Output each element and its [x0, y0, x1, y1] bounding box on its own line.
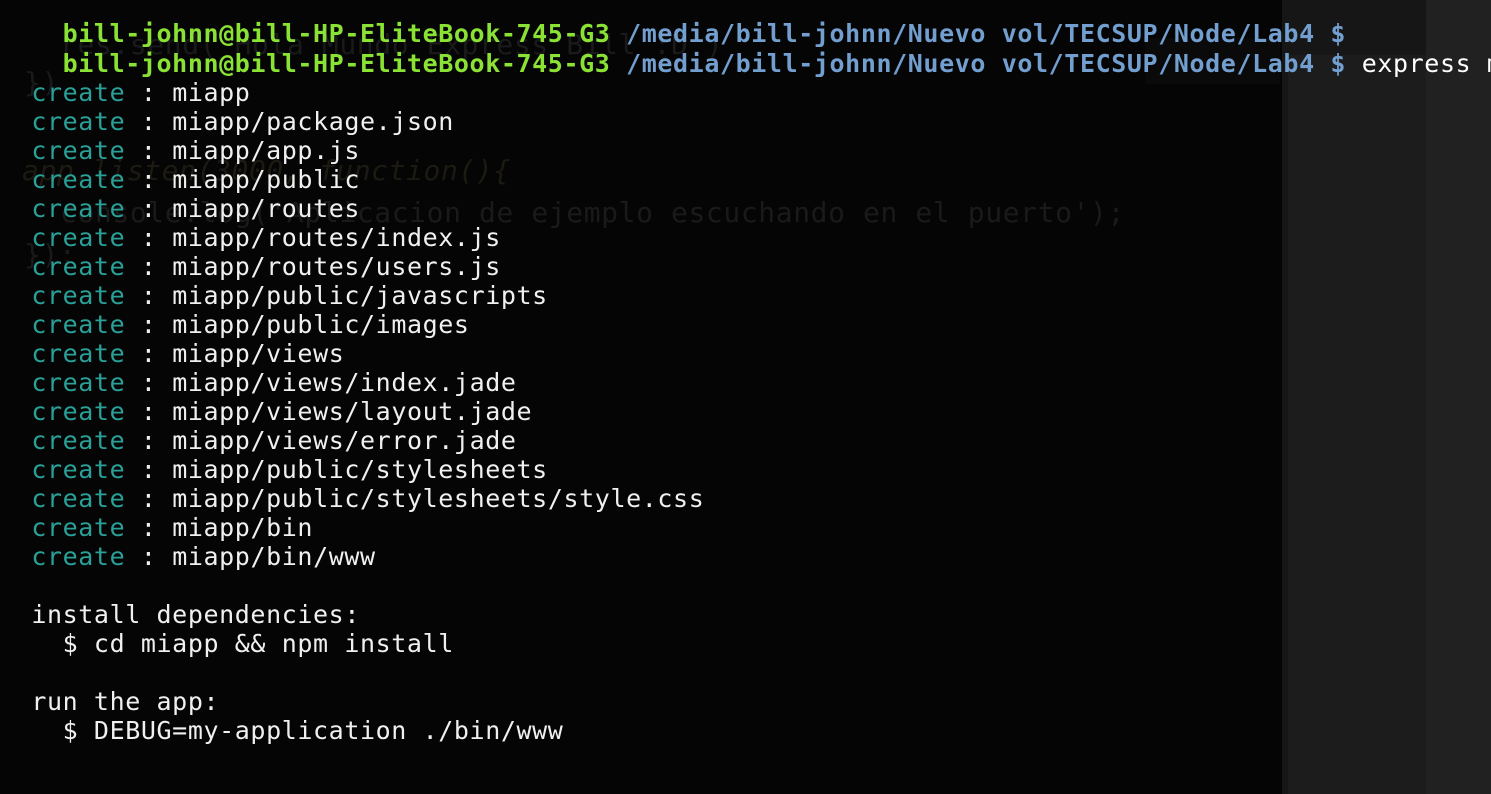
create-verb: create	[31, 455, 126, 484]
create-verb: create	[31, 281, 126, 310]
create-verb: create	[31, 339, 126, 368]
separator: :	[140, 136, 157, 165]
create-verb: create	[31, 310, 126, 339]
separator: :	[140, 252, 157, 281]
create-output-line: create : miapp/bin/www	[0, 542, 376, 571]
prompt-user-host: bill-johnn@bill-HP-EliteBook-745-G3	[62, 49, 611, 78]
create-verb: create	[31, 252, 126, 281]
created-file-path: miapp/routes/index.js	[172, 223, 501, 252]
created-file-path: miapp/public/images	[172, 310, 470, 339]
created-file-path: miapp/public/stylesheets/style.css	[172, 484, 705, 513]
active-prompt-line[interactable]: bill-johnn@bill-HP-EliteBook-745-G3 /med…	[0, 771, 1371, 794]
create-verb: create	[31, 194, 126, 223]
separator: :	[140, 281, 157, 310]
created-file-path: miapp	[172, 78, 251, 107]
create-output-line: create : miapp/routes/index.js	[0, 223, 501, 252]
created-file-path: miapp/bin/www	[172, 542, 376, 571]
separator: :	[140, 542, 157, 571]
separator: :	[140, 107, 157, 136]
created-file-path: miapp/views	[172, 339, 345, 368]
separator: :	[140, 223, 157, 252]
created-file-path: miapp/public/javascripts	[172, 281, 548, 310]
create-verb: create	[31, 136, 126, 165]
create-output-line: create : miapp	[0, 78, 250, 107]
create-output-line: create : miapp/routes/users.js	[0, 252, 501, 281]
created-file-path: miapp/package.json	[172, 107, 454, 136]
created-file-path: miapp/views/index.jade	[172, 368, 517, 397]
create-output-line: create : miapp/public/stylesheets/style.…	[0, 484, 704, 513]
command-line: bill-johnn@bill-HP-EliteBook-745-G3 /med…	[0, 20, 1491, 78]
create-verb: create	[31, 368, 126, 397]
separator: :	[140, 339, 157, 368]
create-verb: create	[31, 223, 126, 252]
create-output-line: create : miapp/bin	[0, 513, 313, 542]
created-file-path: miapp/bin	[172, 513, 314, 542]
entered-command: express miapp	[1361, 49, 1491, 78]
run-heading: run the app:	[31, 687, 220, 716]
created-file-path: miapp/routes/users.js	[172, 252, 501, 281]
create-output-line: create : miapp/public/images	[0, 310, 470, 339]
created-file-path: miapp/public/stylesheets	[172, 455, 548, 484]
background-window-panel-inner	[1288, 55, 1426, 794]
create-output-line: create : miapp/views/index.jade	[0, 368, 517, 397]
separator: :	[140, 397, 157, 426]
create-verb: create	[31, 426, 126, 455]
created-file-path: miapp/views/layout.jade	[172, 397, 533, 426]
create-output-line: create : miapp/views/layout.jade	[0, 397, 532, 426]
create-verb: create	[31, 484, 126, 513]
terminal-window[interactable]: res.send('Hola Mundo Express Bill :D') }…	[0, 0, 1491, 794]
created-file-path: miapp/app.js	[172, 136, 361, 165]
prompt-symbol: $	[1330, 49, 1347, 78]
background-window-edge	[1426, 0, 1491, 794]
create-verb: create	[31, 107, 126, 136]
separator: :	[140, 513, 157, 542]
created-file-path: miapp/views/error.jade	[172, 426, 517, 455]
separator: :	[140, 165, 157, 194]
create-output-line: create : miapp/views/error.jade	[0, 426, 517, 455]
create-verb: create	[31, 542, 126, 571]
install-heading: install dependencies:	[31, 600, 360, 629]
create-verb: create	[31, 513, 126, 542]
install-command: $ cd miapp && npm install	[62, 629, 454, 658]
separator: :	[140, 194, 157, 223]
create-output-line: create : miapp/public/javascripts	[0, 281, 548, 310]
create-output-line: create : miapp/public/stylesheets	[0, 455, 548, 484]
create-output-line: create : miapp/views	[0, 339, 344, 368]
separator: :	[140, 310, 157, 339]
create-output-line: create : miapp/app.js	[0, 136, 360, 165]
separator: :	[140, 455, 157, 484]
prompt-path: /media/bill-johnn/Nuevo vol/TECSUP/Node/…	[626, 49, 1315, 78]
create-verb: create	[31, 78, 126, 107]
created-file-path: miapp/public	[172, 165, 361, 194]
separator: :	[140, 368, 157, 397]
run-command: $ DEBUG=my-application ./bin/www	[62, 716, 564, 745]
create-verb: create	[31, 397, 126, 426]
separator: :	[140, 78, 157, 107]
create-output-line: create : miapp/routes	[0, 194, 360, 223]
create-verb: create	[31, 165, 126, 194]
separator: :	[140, 484, 157, 513]
created-file-path: miapp/routes	[172, 194, 361, 223]
create-output-line: create : miapp/public	[0, 165, 360, 194]
prompt-line: bill-johnn@bill-HP-EliteBook-745-G3 /med…	[0, 0, 1346, 48]
separator: :	[140, 426, 157, 455]
create-output-line: create : miapp/package.json	[0, 107, 454, 136]
